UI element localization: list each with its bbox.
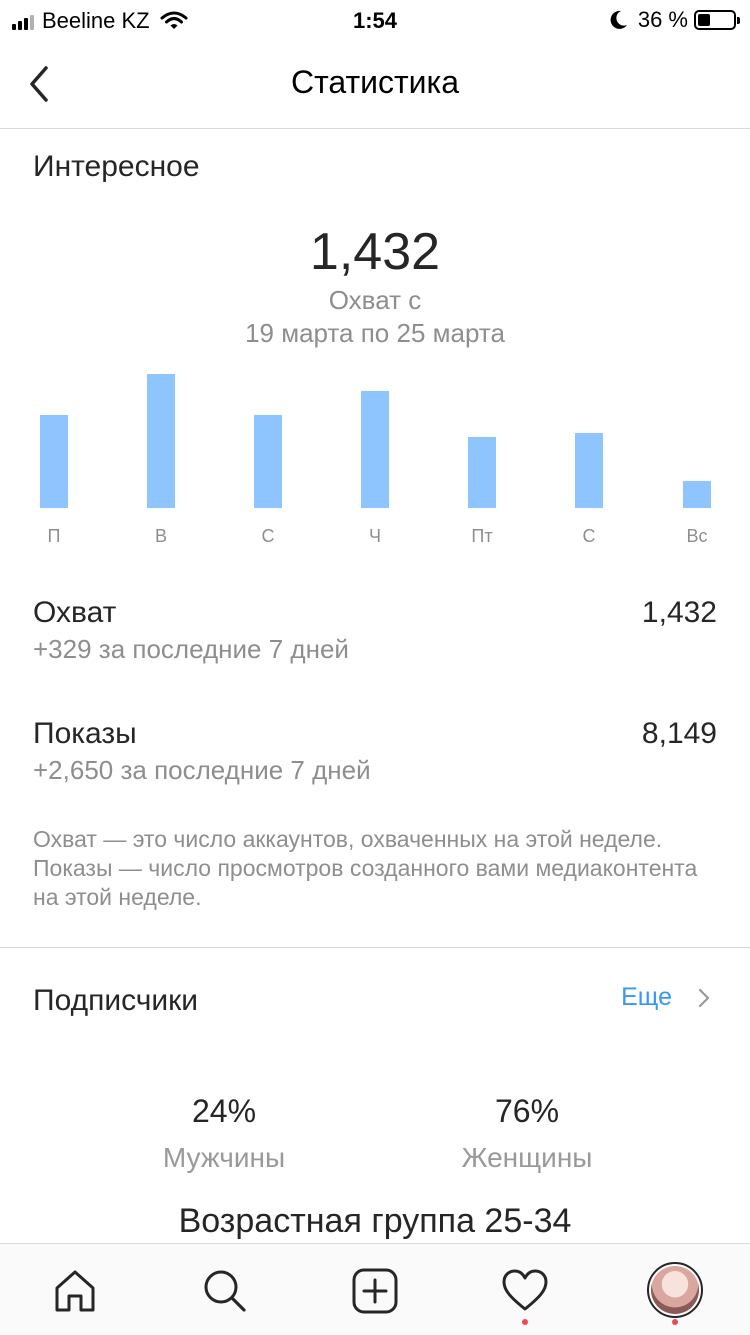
- impressions-value: 8,149: [641, 717, 717, 750]
- reach-label: Охват: [33, 596, 117, 629]
- activity-notification-dot: [522, 1319, 528, 1325]
- reach-change: +329 за последние 7 дней: [33, 634, 349, 664]
- chart-day-label: С: [582, 526, 596, 546]
- profile-avatar[interactable]: [647, 1262, 703, 1318]
- section-title-followers: Подписчики: [33, 984, 199, 1017]
- home-icon[interactable]: [50, 1266, 100, 1316]
- page-title: Статистика: [290, 64, 460, 100]
- battery-percentage: 36 %: [637, 7, 688, 32]
- chevron-right-icon[interactable]: [698, 988, 710, 1008]
- women-percentage: 76%: [494, 1093, 560, 1129]
- chart-day-label: В: [154, 526, 167, 546]
- chart-day-label: П: [47, 526, 61, 546]
- metrics-explanation: Охват — это число аккаунтов, охваченных …: [33, 826, 698, 910]
- more-label[interactable]: Еще: [621, 983, 672, 1012]
- chart-day-label: Вс: [686, 526, 708, 546]
- chart-bar: [40, 415, 68, 508]
- chart-bar: [468, 437, 496, 508]
- reach-caption: Охват с: [328, 285, 422, 315]
- followers-more-link[interactable]: Еще: [621, 983, 710, 1012]
- section-title-interesting: Интересное: [33, 150, 200, 183]
- add-post-icon[interactable]: [350, 1266, 400, 1316]
- battery-fill: [698, 14, 710, 26]
- section-divider: [0, 947, 750, 948]
- status-bar: Beeline KZ 1:54 36 %: [0, 0, 750, 40]
- chart-bar: [254, 415, 282, 508]
- chart-bar: [147, 374, 175, 508]
- chart-bar: [575, 433, 603, 508]
- reach-bar-chart: П В С Ч Пт С Вс: [0, 370, 750, 560]
- do-not-disturb-moon-icon: [610, 10, 627, 29]
- battery-icon: [694, 10, 740, 30]
- impressions-label: Показы: [33, 717, 137, 750]
- tab-bar: [0, 1243, 750, 1335]
- men-percentage: 24%: [191, 1093, 257, 1129]
- women-label: Женщины: [461, 1142, 593, 1173]
- impressions-change: +2,650 за последние 7 дней: [33, 755, 371, 785]
- chart-bar: [361, 391, 389, 508]
- date-range: 19 марта по 25 марта: [245, 318, 505, 348]
- chart-day-label: Ч: [369, 526, 381, 546]
- chart-plot-area: [0, 370, 750, 508]
- chart-day-label: С: [261, 526, 275, 546]
- chart-bar: [683, 481, 711, 508]
- heart-icon[interactable]: [500, 1266, 550, 1316]
- profile-notification-dot: [672, 1319, 678, 1325]
- age-group: Возрастная группа 25-34: [178, 1202, 572, 1240]
- chart-day-label: Пт: [471, 526, 493, 546]
- navigation-bar: Статистика: [0, 40, 750, 129]
- reach-value: 1,432: [641, 596, 717, 629]
- status-right: 36 %: [610, 7, 740, 33]
- avatar-image: [651, 1266, 699, 1314]
- men-label: Мужчины: [162, 1142, 286, 1173]
- search-icon[interactable]: [200, 1266, 250, 1316]
- reach-total: 1,432: [309, 223, 441, 281]
